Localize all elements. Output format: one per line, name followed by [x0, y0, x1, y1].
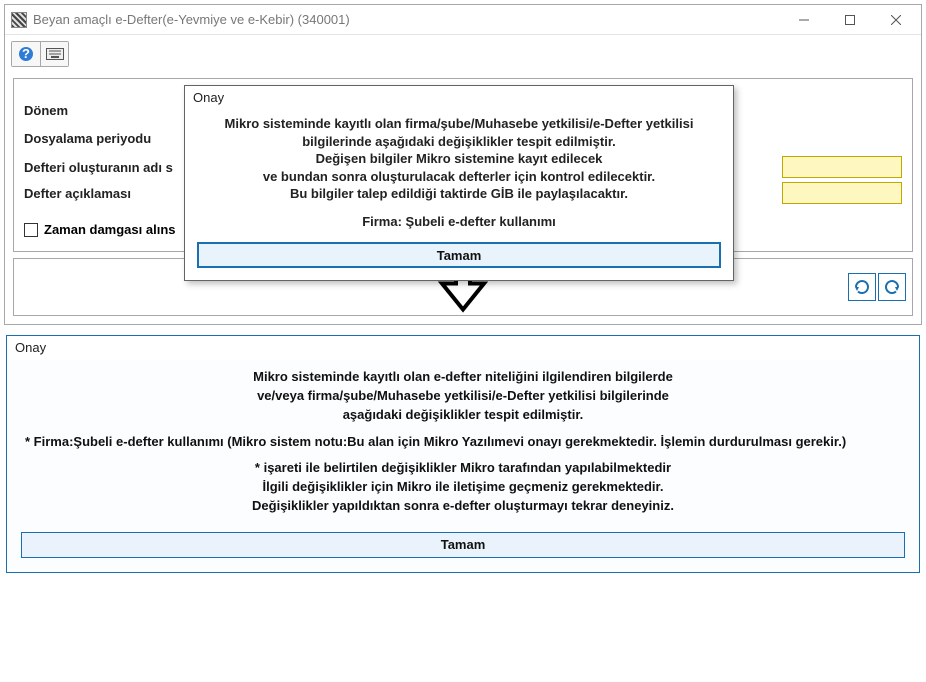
lower-ok-label: Tamam [441, 537, 486, 552]
maximize-button[interactable] [827, 5, 873, 35]
lower-ok-button[interactable]: Tamam [21, 532, 905, 558]
lower-line: * işareti ile belirtilen değişiklikler M… [21, 459, 905, 478]
window-title: Beyan amaçlı e-Defter(e-Yevmiye ve e-Keb… [33, 12, 781, 27]
confirm-modal: Onay Mikro sisteminde kayıtlı olan firma… [184, 85, 734, 281]
zaman-damgasi-label: Zaman damgası alıns [44, 222, 176, 237]
lower-line: ve/veya firma/şube/Muhasebe yetkilisi/e-… [21, 387, 905, 406]
modal-line: bilgilerinde aşağıdaki değişiklikler tes… [199, 133, 719, 151]
refresh-cw-button[interactable] [848, 273, 876, 301]
lower-line: Mikro sisteminde kayıtlı olan e-defter n… [21, 368, 905, 387]
lower-body: Mikro sisteminde kayıtlı olan e-defter n… [7, 360, 919, 522]
toolbar: ? [5, 35, 921, 74]
window-titlebar: Beyan amaçlı e-Defter(e-Yevmiye ve e-Keb… [5, 5, 921, 35]
lower-line: aşağıdaki değişiklikler tespit edilmişti… [21, 406, 905, 425]
modal-line: Değişen bilgiler Mikro sistemine kayıt e… [199, 150, 719, 168]
lower-title: Onay [7, 336, 919, 360]
refresh-ccw-button[interactable] [878, 273, 906, 301]
checkbox-icon [24, 223, 38, 237]
modal-line: Bu bilgiler talep edildiği taktirde GİB … [199, 185, 719, 203]
modal-title: Onay [185, 86, 733, 109]
modal-ok-button[interactable]: Tamam [197, 242, 721, 268]
lower-note: * Firma:Şubeli e-defter kullanımı (Mikro… [21, 433, 905, 452]
lower-line: Değişiklikler yapıldıktan sonra e-defter… [21, 497, 905, 516]
keyboard-button[interactable] [40, 42, 68, 66]
modal-line: ve bundan sonra oluşturulacak defterler … [199, 168, 719, 186]
modal-body: Mikro sisteminde kayıtlı olan firma/şube… [185, 109, 733, 234]
lower-confirm-dialog: Onay Mikro sisteminde kayıtlı olan e-def… [6, 335, 920, 573]
help-button[interactable]: ? [12, 42, 40, 66]
aciklama-input[interactable] [782, 182, 902, 204]
lower-line: İlgili değişiklikler için Mikro ile ilet… [21, 478, 905, 497]
app-icon [11, 12, 27, 28]
olusturan-input[interactable] [782, 156, 902, 178]
form-panel: Dönem Temmuz - 2016 Dosyalama periyodu D… [13, 78, 913, 252]
modal-line: Mikro sisteminde kayıtlı olan firma/şube… [199, 115, 719, 133]
modal-firm-line: Firma: Şubeli e-defter kullanımı [199, 213, 719, 231]
svg-text:?: ? [22, 46, 30, 61]
close-button[interactable] [873, 5, 919, 35]
ok-label: Tamam [437, 248, 482, 263]
minimize-button[interactable] [781, 5, 827, 35]
